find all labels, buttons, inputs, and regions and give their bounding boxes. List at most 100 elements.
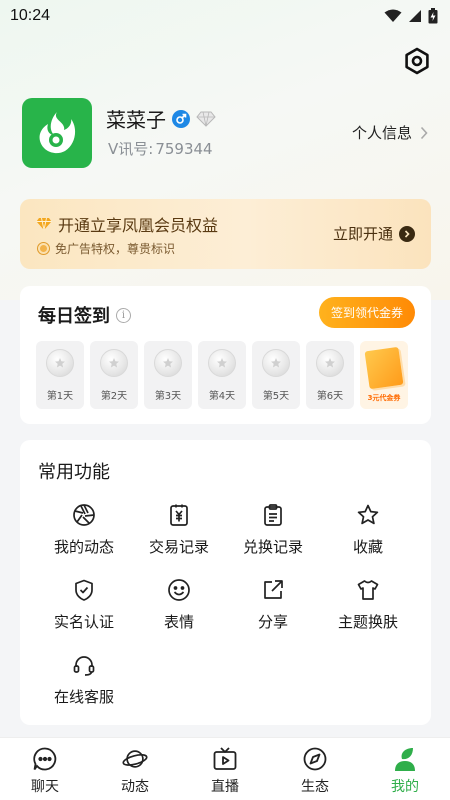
tab-label: 生态 [301,779,329,795]
sign-in-day-1[interactable]: 第1天 [36,341,84,409]
function-label: 表情 [163,613,194,631]
battery-icon [428,8,438,24]
personal-info-label: 个人信息 [351,124,412,142]
vip-open-button[interactable]: 立即开通 [333,223,415,244]
star-icon [355,502,381,528]
smile-icon [166,577,192,603]
day-label: 第2天 [100,391,128,402]
sign-in-day-2[interactable]: 第2天 [90,341,138,409]
function-label: 实名认证 [53,613,114,631]
function-label: 主题换肤 [337,613,398,631]
user-id-value: 759344 [155,140,213,158]
voucher-text: 3元代金券 [367,394,401,402]
function-label: 在线客服 [53,688,114,706]
tv-icon [212,746,238,772]
function-my-posts[interactable]: 我的动态 [34,502,134,557]
daily-sign-in-card: 每日签到 i 签到领代金券 第1天 第2天 第3天 第4天 第5天 第6天 3元… [20,286,431,424]
function-transactions[interactable]: 交易记录 [129,502,229,557]
tab-label: 聊天 [31,779,59,795]
aperture-icon [71,502,97,528]
day-label: 第6天 [316,391,344,402]
info-icon[interactable]: i [116,307,131,323]
vip-diamond-icon [36,217,52,231]
male-icon [172,109,190,128]
user-id: V讯号: 759344 [106,138,213,159]
function-label: 交易记录 [148,538,209,556]
clipboard-icon [260,502,286,528]
day-label: 第4天 [208,391,236,402]
sign-in-day-3[interactable]: 第3天 [144,341,192,409]
tab-chat[interactable]: 聊天 [0,738,90,800]
function-label: 收藏 [352,538,383,556]
function-redemptions[interactable]: 兑换记录 [223,502,323,557]
sign-in-title: 每日签到 [38,306,110,327]
arrow-right-circle-icon [399,225,415,242]
vip-banner[interactable]: 开通立享凤凰会员权益 免广告特权，尊贵标识 立即开通 [20,199,431,269]
day-label: 第3天 [154,391,182,402]
planet-icon [122,746,148,772]
bottom-tab-bar: 聊天 动态 直播 生态 我的 [0,737,450,800]
sign-in-day-5[interactable]: 第5天 [252,341,300,409]
headset-icon [71,652,97,678]
day-label: 第1天 [46,391,74,402]
function-label: 分享 [257,613,288,631]
vip-bullet-icon [38,243,49,254]
wifi-icon [384,9,402,22]
flame-logo-icon [39,112,76,154]
chat-icon [32,746,58,772]
status-bar: 10:24 [0,0,450,32]
sign-in-day-4[interactable]: 第4天 [198,341,246,409]
tab-me[interactable]: 我的 [360,738,450,800]
user-id-label: V讯号: [108,140,154,158]
function-emoji[interactable]: 表情 [129,577,229,632]
vip-subtitle: 免广告特权，尊贵标识 [55,242,176,256]
function-favorites[interactable]: 收藏 [318,502,418,557]
functions-title: 常用功能 [38,462,110,483]
signal-icon [409,10,421,22]
tab-label: 我的 [391,779,419,795]
coin-icon [100,349,128,377]
sign-in-days: 第1天 第2天 第3天 第4天 第5天 第6天 3元代金券 [36,341,408,409]
personal-info-link[interactable]: 个人信息 [352,122,428,143]
common-functions-card: 常用功能 我的动态 交易记录 兑换记录 收藏 实名认证 表情 分享 主题换肤 在… [20,440,431,725]
nickname: 菜菜子 [106,108,166,132]
settings-hexagon-icon [405,47,429,75]
function-theme[interactable]: 主题换肤 [318,577,418,632]
sign-in-button[interactable]: 签到领代金券 [319,297,415,328]
day-label: 第5天 [262,391,290,402]
tab-moments[interactable]: 动态 [90,738,180,800]
nickname-row: 菜菜子 [106,104,216,133]
vip-title-row: 开通立享凤凰会员权益 [36,212,218,236]
coin-icon [208,349,236,377]
chevron-right-icon [420,126,428,139]
tab-ecosystem[interactable]: 生态 [270,738,360,800]
tab-label: 动态 [121,779,149,795]
coin-icon [154,349,182,377]
voucher-icon [364,346,404,390]
avatar[interactable] [22,98,92,168]
coin-icon [46,349,74,377]
function-real-name[interactable]: 实名认证 [34,577,134,632]
function-share[interactable]: 分享 [223,577,323,632]
share-icon [260,577,286,603]
compass-icon [302,746,328,772]
sign-in-day-6[interactable]: 第6天 [306,341,354,409]
function-label: 我的动态 [53,538,114,556]
coin-icon [316,349,344,377]
coin-icon [262,349,290,377]
shirt-icon [355,577,381,603]
tab-live[interactable]: 直播 [180,738,270,800]
sign-in-title-row: 每日签到 i [38,302,131,328]
profile-header[interactable]: 菜菜子 V讯号: 759344 个人信息 [22,98,432,168]
tab-label: 直播 [211,779,239,795]
function-label: 兑换记录 [242,538,303,556]
sign-in-day-7-voucher[interactable]: 3元代金券 [360,341,408,409]
vip-open-label: 立即开通 [332,225,393,243]
status-icons [384,8,438,24]
settings-button[interactable] [402,46,432,76]
diamond-icon [196,111,216,127]
shield-check-icon [71,577,97,603]
profile-leaf-icon [392,746,418,772]
function-customer-service[interactable]: 在线客服 [34,652,134,707]
vip-title: 开通立享凤凰会员权益 [58,216,219,235]
